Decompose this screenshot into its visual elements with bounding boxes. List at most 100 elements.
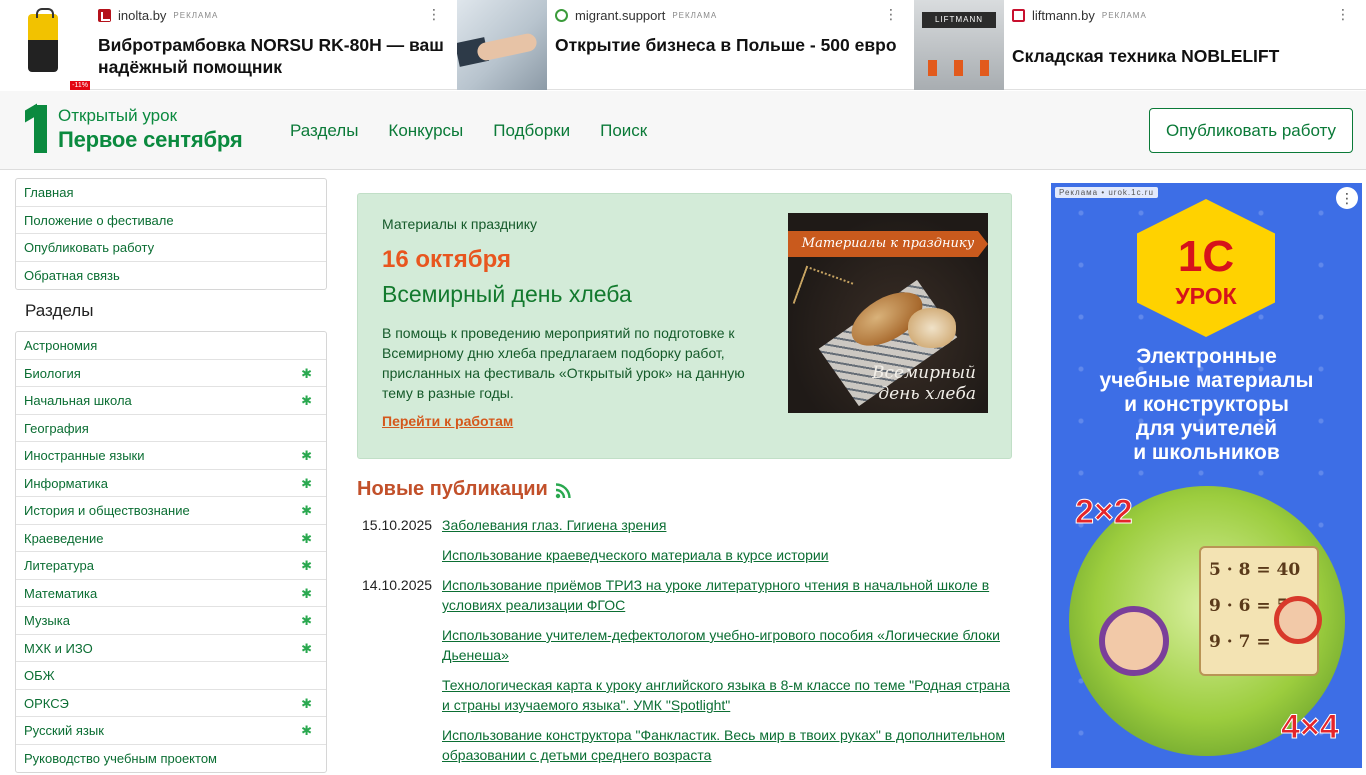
- holiday-promo: Материалы к празднику 16 октября Всемирн…: [357, 193, 1012, 459]
- wheat-shape: [792, 265, 854, 321]
- ad-title[interactable]: Складская техника NOBLELIFT: [1012, 45, 1356, 67]
- new-marker-icon: ✱: [301, 695, 312, 711]
- ad-body: inolta.by Реклама ⋮ Вибротрамбовка NORSU…: [90, 0, 457, 90]
- sidebar-item-feedback[interactable]: Обратная связь: [16, 262, 326, 290]
- new-marker-icon: ✱: [301, 723, 312, 738]
- liftmann-icon: [1012, 8, 1025, 22]
- sidebar-section-item[interactable]: ОБЖ: [16, 662, 326, 690]
- more-options-icon[interactable]: ⋮: [1336, 187, 1358, 209]
- news-link[interactable]: Использование краеведческого материала в…: [442, 545, 1012, 565]
- ad-thumbnail[interactable]: -11%: [0, 0, 90, 90]
- sidebar-section-label: Биология: [24, 365, 81, 381]
- new-marker-icon: ✱: [301, 448, 312, 463]
- news-link[interactable]: Использование конструктора "Фанкластик. …: [442, 725, 1012, 765]
- ad-source: migrant.support Реклама: [555, 6, 904, 24]
- image-caption-line: Всемирный: [872, 363, 976, 383]
- new-marker-icon: ✱: [301, 475, 312, 491]
- sidebar-section-label: ОБЖ: [24, 668, 55, 683]
- news-row: 14.10.2025 Использование приёмов ТРИЗ на …: [357, 575, 1012, 615]
- left-sidebar: Главная Положение о фестивале Опубликова…: [15, 178, 327, 773]
- sidebar-sections: Астрономия Биология ✱ Начальная школа ✱ Геогр…: [15, 331, 327, 773]
- sidebar-section-label: Краеведение: [24, 530, 104, 546]
- top-ad-strip: -11% inolta.by Реклама ⋮ Вибротрамбовка …: [0, 0, 1366, 90]
- nav-poisk[interactable]: Поиск: [600, 121, 647, 141]
- sidebar-top-links: Главная Положение о фестивале Опубликова…: [15, 178, 327, 290]
- bread-day-image[interactable]: Материалы к празднику Всемирный день хле…: [788, 213, 988, 413]
- news-link[interactable]: Заболевания глаз. Гигиена зрения: [442, 515, 1012, 535]
- news-heading: Новые публикации: [357, 478, 1012, 501]
- promo-date: 16 октября: [382, 246, 511, 273]
- ad-thumbnail[interactable]: [457, 0, 547, 90]
- globe-icon: [555, 8, 568, 22]
- logo-urok-text: УРОК: [1175, 283, 1237, 309]
- right-ad-banner[interactable]: Реклама • urok.1c.ru ⋮ 1С УРОК Электронн…: [1051, 183, 1362, 768]
- sidebar-section-item[interactable]: География: [16, 415, 326, 442]
- news-heading-text: Новые публикации: [357, 478, 548, 500]
- news-row: 15.10.2025 Заболевания глаз. Гигиена зрен…: [357, 515, 1012, 535]
- news-link[interactable]: Использование учителем-дефектологом учеб…: [442, 625, 1012, 665]
- new-marker-icon: ✱: [301, 585, 312, 601]
- sidebar-section-label: Иностранные языки: [24, 448, 145, 463]
- more-options-icon[interactable]: ⋮: [427, 6, 441, 22]
- promo-description: В помощь к проведению мероприятий по под…: [382, 325, 745, 401]
- sidebar-item-publish[interactable]: Опубликовать работу: [16, 234, 326, 262]
- sidebar-section-label: Руководство учебным проектом: [24, 750, 217, 766]
- sidebar-section-item[interactable]: Астрономия: [16, 332, 326, 360]
- new-marker-icon: ✱: [301, 640, 312, 656]
- site-logo[interactable]: Открытый урок Первое сентября: [25, 105, 245, 155]
- ad-body: migrant.support Реклама ⋮ Открытие бизне…: [547, 0, 914, 90]
- sidebar-section-item[interactable]: Информатика ✱: [16, 470, 326, 497]
- red-brand-icon: [98, 8, 111, 22]
- ad-card-liftmann[interactable]: LIFTMANN liftmann.by Реклама ⋮ Складская…: [914, 0, 1366, 90]
- ad-source: inolta.by Реклама: [98, 6, 447, 24]
- site-header: Открытый урок Первое сентября Разделы Ко…: [0, 91, 1366, 170]
- news-row: Использование краеведческого материала в…: [357, 545, 1012, 565]
- sidebar-section-label: ОРКСЭ: [24, 695, 69, 711]
- sidebar-section-item[interactable]: Краеведение ✱: [16, 525, 326, 552]
- badge-2x2: 2×2: [1075, 493, 1134, 532]
- sidebar-item-regulations[interactable]: Положение о фестивале: [16, 207, 326, 234]
- nav-podborki[interactable]: Подборки: [493, 121, 570, 141]
- publish-work-button[interactable]: Опубликовать работу: [1149, 108, 1353, 153]
- image-caption-line: день хлеба: [878, 384, 976, 404]
- new-marker-icon: ✱: [301, 530, 312, 546]
- news-link[interactable]: Использование приёмов ТРИЗ на уроке лите…: [442, 575, 1012, 615]
- sidebar-section-item[interactable]: История и обществознание ✱: [16, 497, 326, 525]
- ad-card-migrant[interactable]: migrant.support Реклама ⋮ Открытие бизне…: [457, 0, 914, 90]
- nav-razdely[interactable]: Разделы: [290, 121, 358, 141]
- news-row: Технологическая карта к уроку английског…: [357, 675, 1012, 715]
- new-marker-icon: ✱: [301, 503, 312, 518]
- ad-title[interactable]: Открытие бизнеса в Польше - 500 евро: [555, 34, 904, 56]
- rss-icon[interactable]: [555, 482, 571, 498]
- sidebar-section-item[interactable]: Музыка ✱: [16, 607, 326, 635]
- sidebar-section-item[interactable]: Литература ✱: [16, 552, 326, 580]
- ad-label: Реклама: [173, 10, 219, 20]
- ad-body: liftmann.by Реклама ⋮ Складская техника …: [1004, 0, 1366, 90]
- ad-headline: Электронные учебные материалы и конструкто…: [1051, 345, 1362, 465]
- main-nav: Разделы Конкурсы Подборки Поиск: [290, 121, 647, 141]
- news-list: 15.10.2025 Заболевания глаз. Гигиена зрен…: [357, 515, 1012, 765]
- sidebar-section-label: Русский язык: [24, 723, 104, 738]
- sidebar-section-item[interactable]: МХК и ИЗО ✱: [16, 635, 326, 662]
- ad-domain: inolta.by: [118, 7, 167, 23]
- more-options-icon[interactable]: ⋮: [1336, 6, 1350, 22]
- sidebar-section-label: Математика: [24, 585, 98, 601]
- more-options-icon[interactable]: ⋮: [884, 6, 898, 22]
- ad-domain: liftmann.by: [1032, 7, 1095, 23]
- ad-title[interactable]: Вибротрамбовка NORSU RK-80H — ваш надёжн…: [98, 34, 447, 78]
- ad-card-inolta[interactable]: -11% inolta.by Реклама ⋮ Вибротрамбовка …: [0, 0, 457, 90]
- nav-konkursy[interactable]: Конкурсы: [388, 121, 463, 141]
- sidebar-section-item[interactable]: Русский язык ✱: [16, 717, 326, 745]
- go-to-works-link[interactable]: Перейти к работам: [382, 413, 513, 429]
- sidebar-section-item[interactable]: Начальная школа ✱: [16, 387, 326, 415]
- logo-1c-text: 1С: [1177, 232, 1235, 281]
- sidebar-item-home[interactable]: Главная: [16, 179, 326, 207]
- sidebar-section-item[interactable]: Биология ✱: [16, 360, 326, 387]
- sidebar-section-item[interactable]: Иностранные языки ✱: [16, 442, 326, 470]
- sidebar-section-item[interactable]: ОРКСЭ ✱: [16, 690, 326, 717]
- sidebar-section-item[interactable]: Математика ✱: [16, 580, 326, 607]
- news-link[interactable]: Технологическая карта к уроку английског…: [442, 675, 1012, 715]
- news-date: [357, 545, 442, 565]
- new-marker-icon: ✱: [301, 365, 312, 381]
- ad-thumbnail[interactable]: LIFTMANN: [914, 0, 1004, 90]
